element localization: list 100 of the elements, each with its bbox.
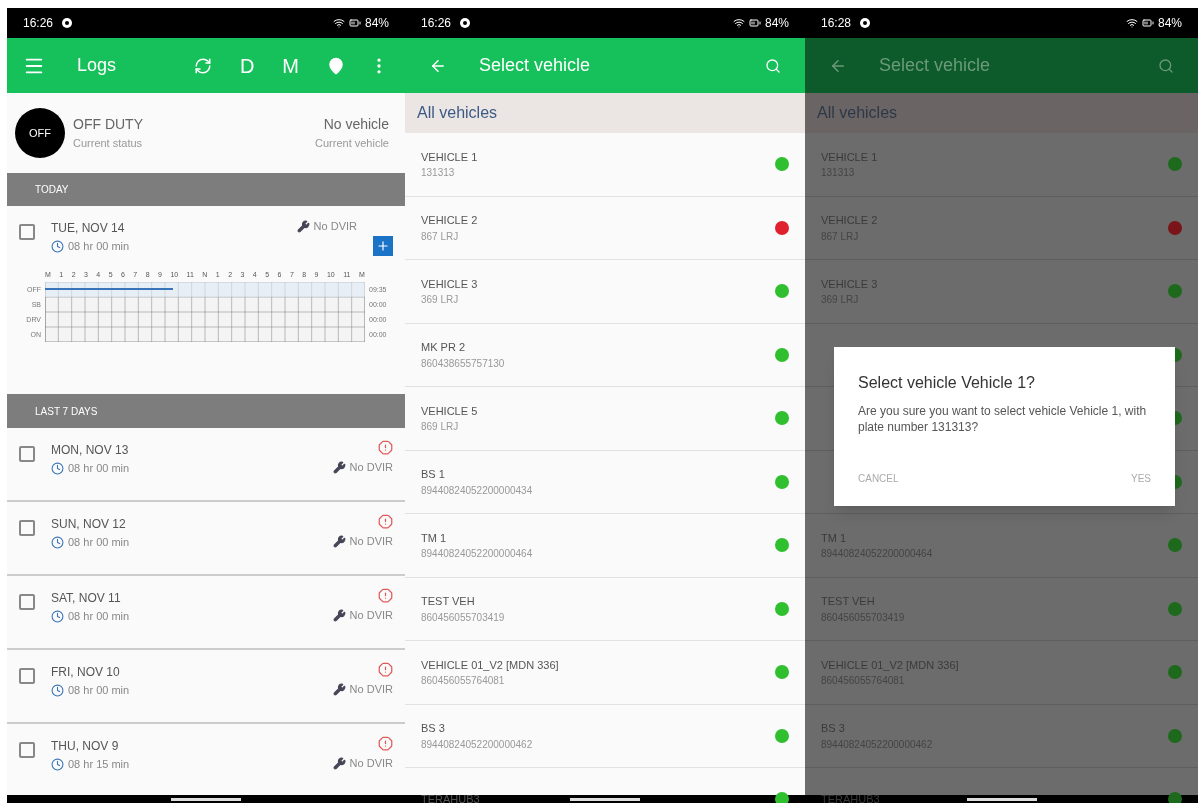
toolbar-action[interactable]: M [282, 50, 299, 81]
day-checkbox[interactable] [19, 224, 35, 240]
day-checkbox[interactable] [19, 668, 35, 684]
clock-icon [51, 239, 64, 253]
search-icon[interactable] [765, 57, 781, 74]
vehicle-name: TERAHUB3 [421, 792, 480, 803]
wifi-icon [732, 17, 745, 29]
dialog-button[interactable]: CANCEL [858, 471, 899, 486]
wifi-icon [332, 17, 345, 29]
battery-percent: 84% [364, 15, 389, 32]
vehicle-name: TEST VEH [421, 594, 475, 609]
vehicle-plate: 860438655757130 [421, 356, 505, 371]
status-caption: Current status [73, 136, 144, 152]
vehicle-name: TERAHUB3 [821, 792, 880, 803]
duty-status: OFF DUTY [73, 115, 144, 135]
dialog-title: Select vehicle Vehicle 1? [858, 373, 1036, 393]
section-header: All vehicles [805, 93, 1198, 133]
clock-icon [51, 757, 64, 771]
status-time: 16:28 [821, 15, 852, 32]
day-date: SAT, NOV 11 [51, 590, 122, 607]
vehicle-name: BS 1 [421, 467, 445, 482]
battery-icon [348, 17, 361, 29]
location-pin-icon[interactable] [327, 56, 345, 75]
day-checkbox[interactable] [19, 594, 35, 610]
home-handle[interactable] [570, 798, 640, 801]
status-badge: OFF [15, 108, 65, 158]
vehicle-name: VEHICLE 3 [421, 276, 478, 292]
home-handle[interactable] [966, 798, 1037, 801]
dvir-status: No DVIR [349, 608, 393, 623]
sync-icon[interactable] [193, 56, 212, 75]
search-icon[interactable] [1158, 57, 1174, 74]
vehicle-name: VEHICLE 5 [421, 403, 478, 419]
duration-text: 08 hr 00 min [68, 239, 130, 254]
day-date: MON, NOV 13 [51, 442, 130, 459]
dvir-status: No DVIR [349, 534, 393, 549]
day-checkbox[interactable] [19, 520, 35, 536]
duration-text: 08 hr 00 min [68, 609, 130, 624]
add-button[interactable] [373, 236, 393, 256]
clock-icon [51, 683, 64, 697]
vehicle-caption: Current vehicle [315, 136, 389, 152]
vehicle-plate: 369 LRJ [421, 293, 459, 307]
alert-icon [378, 662, 393, 677]
notification-icon [61, 17, 74, 29]
plus-icon [376, 239, 390, 253]
notification-icon [859, 17, 872, 29]
day-date: TUE, NOV 14 [51, 220, 126, 237]
vehicle-plate: 860456055703419 [421, 610, 505, 625]
day-date: FRI, NOV 10 [51, 664, 121, 681]
battery-icon [1141, 17, 1154, 29]
day-checkbox[interactable] [19, 446, 35, 462]
day-date: THU, NOV 9 [51, 738, 120, 755]
vehicle-plate: 89440824052200000434 [421, 483, 533, 498]
vehicle-name: VEHICLE 2 [421, 213, 478, 228]
battery-icon [748, 17, 761, 29]
home-handle[interactable] [171, 798, 241, 801]
alert-icon [378, 588, 393, 603]
duration-text: 08 hr 00 min [68, 535, 130, 550]
alert-icon [378, 736, 393, 751]
status-time: 16:26 [421, 15, 452, 32]
clock-icon [51, 609, 64, 623]
wrench-icon [332, 682, 346, 696]
dvir-status: No DVIR [349, 460, 393, 475]
battery-percent: 84% [764, 15, 789, 32]
dvir-status: No DVIR [349, 756, 393, 771]
vehicle-name: VEHICLE 1 [421, 149, 478, 165]
vehicle-name: VEHICLE 01_V2 [MDN 336] [421, 657, 559, 673]
dvir-status: No DVIR [313, 219, 357, 234]
wrench-icon [332, 460, 346, 474]
toolbar-title: Select vehicle [479, 54, 592, 77]
alert-icon [378, 514, 393, 529]
vehicle-plate: 131313 [421, 166, 455, 180]
section-header: LAST 7 DAYS [7, 394, 405, 428]
notification-icon [459, 17, 472, 29]
dialog-button[interactable]: YES [1131, 471, 1151, 486]
section-header: TODAY [7, 173, 405, 206]
wrench-icon [332, 756, 346, 770]
wifi-icon [1125, 17, 1138, 29]
vehicle-plate: 89440824052200000464 [421, 547, 533, 561]
duration-text: 08 hr 00 min [68, 683, 130, 698]
dvir-status: No DVIR [349, 682, 393, 697]
clock-icon [51, 535, 64, 549]
vehicle-name: MK PR 2 [421, 340, 465, 355]
vehicle-plate: 860456055764081 [421, 674, 505, 688]
wrench-icon [332, 534, 346, 548]
status-time: 16:26 [23, 15, 54, 32]
wrench-icon [332, 608, 346, 622]
dialog-message: Are you sure you want to select vehicle Vehicle 1, with plate number 131313? [858, 403, 1148, 435]
day-checkbox[interactable] [19, 742, 35, 758]
vehicle-name: BS 3 [421, 721, 445, 736]
toolbar-title: Select vehicle [879, 54, 992, 77]
duration-text: 08 hr 15 min [68, 757, 130, 772]
wrench-icon [296, 219, 310, 233]
clock-icon [51, 461, 64, 475]
section-header: All vehicles [405, 93, 805, 133]
battery-percent: 84% [1157, 15, 1182, 32]
toolbar-action[interactable]: D [239, 50, 255, 81]
vehicle-name: TM 1 [421, 530, 447, 546]
vehicle-status: No vehicle [323, 115, 389, 135]
duration-text: 08 hr 00 min [68, 461, 130, 476]
day-date: SUN, NOV 12 [51, 516, 127, 533]
